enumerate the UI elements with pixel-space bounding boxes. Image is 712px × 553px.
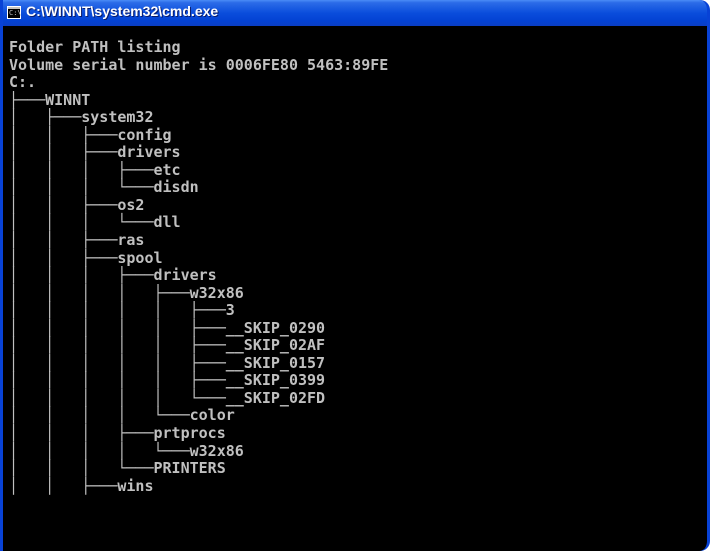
- console-line: │ │ │ │ │ ├───__SKIP_0157: [9, 353, 326, 372]
- window-title: C:\WINNT\system32\cmd.exe: [26, 3, 219, 19]
- console-output: Folder PATH listing Volume serial number…: [9, 38, 389, 495]
- icon-glyph: C:\: [9, 9, 22, 17]
- console-line: │ │ │ ├───drivers: [9, 266, 217, 285]
- console-line: │ ├───system32: [9, 108, 154, 127]
- console-line: │ │ ├───config: [9, 125, 172, 144]
- console-line: │ │ ├───drivers: [9, 143, 181, 162]
- console-line: ├───WINNT: [9, 90, 91, 109]
- console-line: │ │ │ │ │ └───__SKIP_02FD: [9, 388, 326, 407]
- console-area[interactable]: Folder PATH listing Volume serial number…: [3, 26, 707, 551]
- console-line: │ │ ├───ras: [9, 231, 145, 250]
- console-line: │ │ │ └───dll: [9, 213, 181, 232]
- console-line: │ │ ├───os2: [9, 195, 145, 214]
- console-line: │ │ │ ├───prtprocs: [9, 424, 226, 443]
- console-line: │ │ │ │ │ ├───__SKIP_0399: [9, 371, 326, 390]
- console-line: Folder PATH listing: [9, 38, 181, 56]
- console-line: C:.: [9, 73, 37, 92]
- console-line: │ │ │ │ ├───w32x86: [9, 283, 244, 302]
- console-line: │ │ │ │ └───color: [9, 406, 235, 425]
- console-line: │ │ ├───spool: [9, 248, 163, 267]
- console-line: │ │ │ │ │ ├───__SKIP_02AF: [9, 336, 326, 355]
- cmd-window: C:\ C:\WINNT\system32\cmd.exe Folder PAT…: [0, 0, 710, 551]
- console-line: │ │ │ └───PRINTERS: [9, 459, 226, 478]
- console-line: │ │ │ │ │ ├───__SKIP_0290: [9, 318, 326, 337]
- console-line: │ │ │ └───disdn: [9, 178, 199, 197]
- title-bar[interactable]: C:\ C:\WINNT\system32\cmd.exe: [3, 0, 707, 26]
- console-window-icon[interactable]: C:\: [7, 6, 22, 19]
- console-line: │ │ ├───wins: [9, 476, 154, 495]
- console-line: │ │ │ ├───etc: [9, 160, 181, 179]
- console-line: Volume serial number is 0006FE80 5463:89…: [9, 55, 389, 74]
- console-line: │ │ │ │ └───w32x86: [9, 441, 244, 460]
- console-line: │ │ │ │ │ ├───3: [9, 301, 235, 320]
